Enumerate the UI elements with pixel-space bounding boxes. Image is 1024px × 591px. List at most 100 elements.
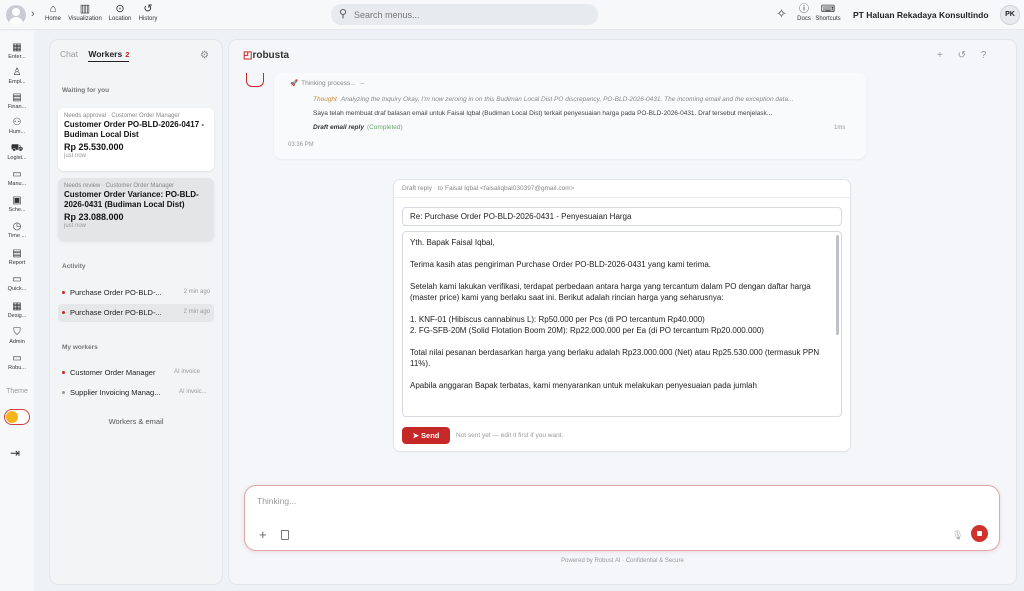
body-paragraph: Total nilai pesanan berdasarkan harga ya… [410, 348, 820, 368]
mic-icon[interactable]: 🎙 [952, 530, 963, 541]
activity-item[interactable]: Purchase Order PO-BLD-... 2 min ago [58, 304, 214, 322]
worker-item[interactable]: Customer Order Manager AI invoice [58, 364, 214, 382]
logout-icon[interactable]: ⇥ [10, 446, 20, 460]
activity-label: Purchase Order PO-BLD-... [70, 288, 162, 297]
building-icon: ▦ [12, 42, 22, 53]
activity-label: Purchase Order PO-BLD-... [70, 308, 162, 317]
card-title: Customer Order PO-BLD-2026-0417 - Budima… [64, 120, 205, 139]
rail-item-label: Hum... [8, 129, 26, 135]
send-note: Not sent yet — edit it first if you want… [456, 432, 564, 439]
search-input[interactable] [354, 7, 584, 22]
tab-workers[interactable]: Workers 2 [88, 49, 130, 62]
rail-item-label: Logist... [7, 155, 27, 161]
chat-panel: ◰robusta + ↺ ? 🚀 Thinking process... – Th… [229, 40, 1016, 584]
folder-icon: ▭ [12, 274, 22, 285]
stop-button[interactable] [971, 525, 988, 542]
plus-icon[interactable]: + [937, 50, 943, 61]
chart-icon: ▥ [79, 3, 91, 15]
status-dot [62, 311, 65, 314]
worker-tag: AI invoic... [179, 389, 207, 395]
rail-item-manufacturing[interactable]: ▭ Manu... [0, 169, 34, 187]
collapse-icon[interactable]: – [360, 80, 364, 87]
step-duration: 1ms [834, 125, 846, 131]
company-name: PT Haluan Rekadaya Konsultindo [853, 10, 989, 20]
document-icon[interactable] [281, 530, 289, 540]
nav-visualization-label: Visualization [68, 16, 102, 22]
rail-item-admin[interactable]: ⛉ Admin [0, 327, 34, 345]
theme-toggle[interactable] [4, 409, 30, 425]
home-icon: ⌂ [49, 3, 57, 15]
task-card[interactable]: Needs approval · Customer Order Manager … [58, 108, 214, 171]
rail-item-label: Time ... [7, 233, 27, 239]
email-body-editor[interactable]: Yth. Bapak Faisal Iqbal, Terima kasih at… [402, 231, 842, 417]
top-bar: › ⌂ Home ▥ Visualization ⊙ Location ↺ Hi… [0, 0, 1024, 30]
status-dot [62, 371, 65, 374]
rail-item-quick[interactable]: ▭ Quick... [0, 274, 34, 292]
history-icon[interactable]: ↺ [958, 50, 966, 61]
worker-tag: AI invoice [174, 369, 201, 375]
rail-item-human[interactable]: ⚇ Hum... [0, 117, 34, 135]
gear-icon[interactable]: ⚙ [200, 50, 209, 61]
nav-visualization[interactable]: ▥ Visualization [67, 3, 103, 22]
card-time: just now [64, 223, 87, 229]
workers-email-link[interactable]: Workers & email [50, 417, 222, 426]
rail-item-enterprise[interactable]: ▦ Enter... [0, 42, 34, 60]
scrollbar-thumb[interactable] [836, 235, 839, 335]
folder-icon: ▭ [12, 353, 22, 364]
card-amount: Rp 25.530.000 [64, 142, 124, 152]
rail-item-schedule[interactable]: ▣ Sche... [0, 195, 34, 213]
message-composer[interactable]: Thinking... + 🎙 [244, 485, 1000, 551]
composer-placeholder: Thinking... [257, 496, 297, 506]
rail-item-finance[interactable]: ▤ Finan... [0, 92, 34, 110]
card-meta: Needs review · Customer Order Manager [64, 183, 175, 189]
keyboard-icon: ⌨ [820, 4, 836, 15]
rail-item-report[interactable]: ▤ Report [0, 248, 34, 266]
nav-home[interactable]: ⌂ Home [35, 3, 71, 22]
thinking-header[interactable]: 🚀 Thinking process... – [290, 79, 364, 87]
tab-workers-label: Workers [88, 49, 123, 59]
shortcuts-button[interactable]: ⌨ Shortcuts [813, 3, 843, 22]
user-avatar[interactable] [6, 5, 26, 25]
draft-step-label: Draft email reply [313, 124, 364, 131]
people-icon: ⚇ [12, 117, 22, 128]
divider [394, 197, 850, 198]
task-card[interactable]: Needs review · Customer Order Manager Cu… [58, 178, 214, 241]
layout-icon: ▦ [12, 301, 22, 312]
attach-plus-icon[interactable]: + [259, 527, 267, 542]
help-icon[interactable]: ? [981, 50, 987, 61]
user-initials-avatar[interactable]: PK [1000, 5, 1020, 25]
nav-history-label: History [138, 16, 158, 22]
rail-item-time[interactable]: ◷ Time ... [0, 221, 34, 239]
activity-time: 2 min ago [183, 309, 210, 315]
history-icon: ↺ [143, 3, 153, 15]
assistant-avatar-icon [246, 73, 264, 87]
rail-item-label: Enter... [8, 54, 26, 60]
docs-label: Docs [797, 16, 811, 22]
send-label: Send [421, 431, 440, 440]
body-paragraph: Setelah kami lakukan verifikasi, terdapa… [410, 282, 811, 302]
card-meta: Needs approval · Customer Order Manager [64, 113, 180, 119]
send-button[interactable]: ➤ Send [402, 427, 450, 444]
worker-item[interactable]: Supplier Invoicing Manag... AI invoic... [58, 384, 214, 402]
tab-chat[interactable]: Chat [60, 49, 78, 59]
rail-item-label: Report [8, 260, 26, 266]
nav-history[interactable]: ↺ History [130, 3, 166, 22]
subject-field[interactable] [402, 207, 842, 226]
draft-step-status: (Completed) [366, 124, 403, 131]
person-icon: ♙ [12, 67, 22, 78]
rail-item-design[interactable]: ▦ Desig... [0, 301, 34, 319]
thought-label: Thought [313, 96, 337, 103]
card-time: just now [64, 153, 87, 159]
rail-item-label: Sche... [8, 207, 26, 213]
sparkle-icon[interactable]: ✧ [776, 6, 787, 22]
rail-item-employee[interactable]: ♙ Empl... [0, 67, 34, 85]
rail-item-robusta[interactable]: ▭ Robu... [0, 353, 34, 371]
myworkers-section-title: My workers [62, 344, 98, 351]
search-icon: ⚲ [339, 8, 348, 20]
search-bar[interactable]: ⚲ [331, 4, 598, 25]
workers-panel: Chat Workers 2 ⚙ Waiting for you Needs ap… [50, 40, 222, 584]
rail-item-label: Desig... [7, 313, 27, 319]
rail-item-label: Quick... [7, 286, 27, 292]
activity-item[interactable]: Purchase Order PO-BLD-... 2 min ago [58, 284, 214, 302]
rail-item-logistics[interactable]: ⛟ Logist... [0, 143, 34, 161]
